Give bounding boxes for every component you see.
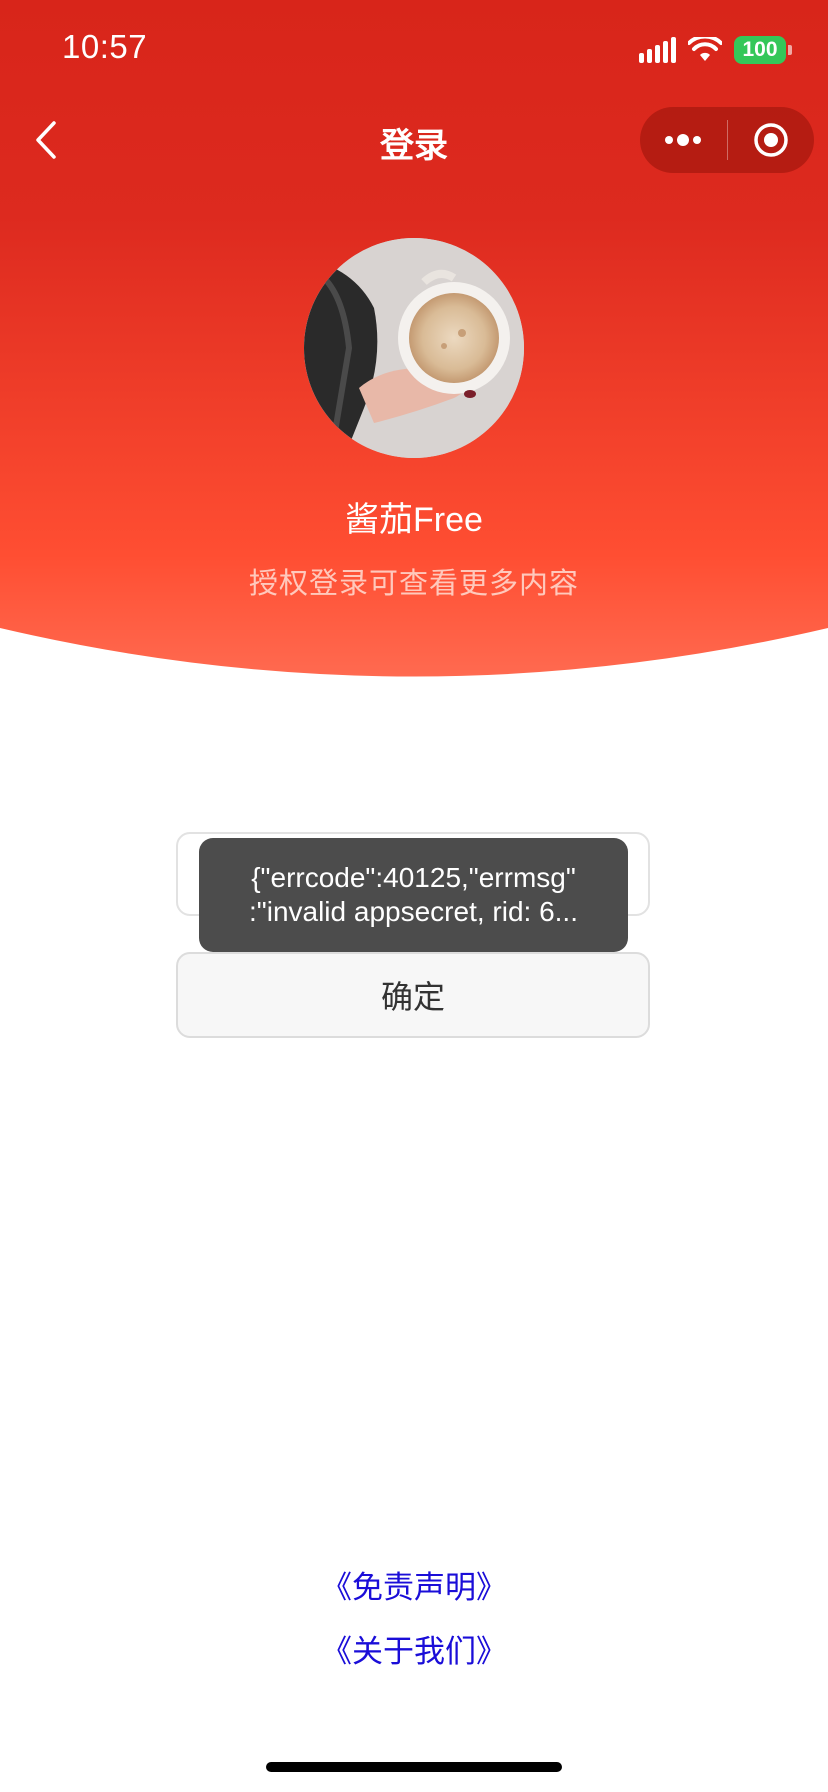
home-indicator	[266, 1762, 562, 1772]
toast-line-1: {"errcode":40125,"errmsg"	[251, 862, 576, 893]
status-time: 10:57	[62, 28, 148, 65]
avatar	[304, 238, 524, 458]
close-mini-program-button[interactable]	[728, 107, 815, 173]
battery-level: 100	[734, 36, 786, 64]
login-hint: 授权登录可查看更多内容	[248, 568, 579, 600]
about-us-link[interactable]: 《关于我们》	[0, 1626, 828, 1671]
confirm-button[interactable]: 确定	[176, 952, 650, 1038]
username: 酱茄Free	[345, 501, 483, 539]
disclaimer-link[interactable]: 《免责声明》	[0, 1562, 828, 1607]
status-icons: 100	[639, 36, 792, 64]
cellular-signal-icon	[639, 37, 676, 63]
more-dots-icon	[665, 134, 702, 146]
wifi-icon	[688, 37, 722, 61]
target-circle-icon	[754, 123, 788, 157]
mini-program-capsule	[640, 107, 814, 173]
toast-line-2: :"invalid appsecret, rid: 6...	[249, 896, 578, 927]
error-toast: {"errcode":40125,"errmsg" :"invalid apps…	[199, 838, 628, 952]
more-button[interactable]	[640, 107, 727, 173]
avatar-image	[304, 238, 524, 458]
battery-icon: 100	[734, 36, 792, 64]
